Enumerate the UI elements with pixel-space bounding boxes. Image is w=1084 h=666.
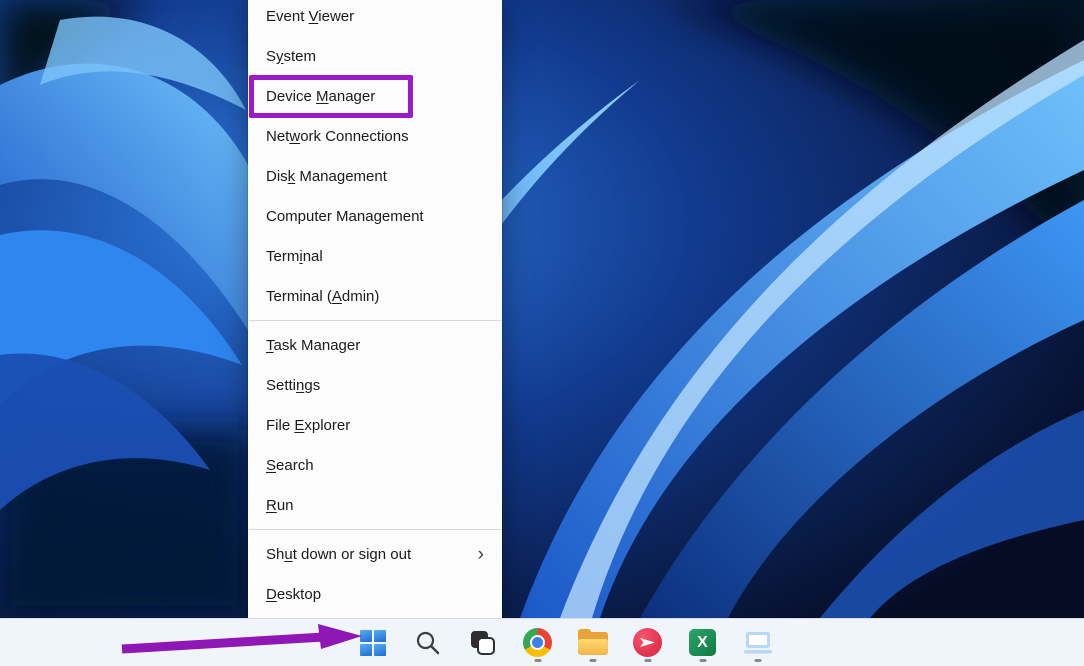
label-part: dmin) (342, 288, 380, 305)
label-part: ork Connections (300, 128, 408, 145)
menu-item-disk-management[interactable]: Disk Management (248, 156, 502, 196)
label-part: Computer Mana (266, 208, 374, 225)
access-key: u (284, 546, 292, 563)
excel-button[interactable]: X (682, 622, 723, 663)
menu-item-settings[interactable]: Settings (248, 365, 502, 405)
menu-item-system[interactable]: System (248, 36, 502, 76)
winx-context-menu: Event Viewer System Device Manager Netwo… (248, 0, 502, 618)
menu-item-label: Event Viewer (266, 8, 354, 25)
menu-item-label: Settings (266, 377, 320, 394)
search-icon (414, 629, 441, 656)
label-part: Event (266, 8, 309, 25)
menu-item-label: Computer Management (266, 208, 424, 225)
access-key: E (294, 417, 304, 434)
desktop-wallpaper (0, 0, 1084, 618)
menu-item-label: Terminal (266, 248, 323, 265)
label-part: nal (303, 248, 323, 265)
label-part: File (266, 417, 294, 434)
running-indicator (754, 659, 761, 662)
label-part: stem (284, 48, 317, 65)
label-part: Setti (266, 377, 296, 394)
menu-item-label: Run (266, 497, 294, 514)
access-key: D (266, 586, 277, 603)
access-key: y (276, 48, 284, 65)
menu-item-label: Desktop (266, 586, 321, 603)
label-part: Dis (266, 168, 288, 185)
running-indicator (699, 659, 706, 662)
taskbar: X (0, 618, 1084, 666)
menu-item-label: Shut down or sign out (266, 546, 411, 563)
chrome-button[interactable] (517, 622, 558, 663)
menu-item-terminal[interactable]: Terminal (248, 236, 502, 276)
label-part: xplorer (304, 417, 350, 434)
file-explorer-button[interactable] (572, 622, 613, 663)
menu-item-label: Task Manager (266, 337, 360, 354)
laptop-app-button[interactable] (737, 622, 778, 663)
access-key: w (289, 128, 300, 145)
file-explorer-icon (578, 630, 608, 655)
access-key: V (309, 8, 319, 25)
submenu-chevron-icon: › (478, 545, 488, 564)
chrome-icon (523, 628, 552, 657)
start-button[interactable] (352, 622, 393, 663)
red-arrow-app-button[interactable] (627, 622, 668, 663)
label-part: Device (266, 88, 316, 105)
label-part: earch (276, 457, 314, 474)
bloom-wallpaper-art (0, 0, 1084, 618)
menu-separator (249, 529, 501, 530)
access-key: M (316, 88, 329, 105)
menu-item-label: Disk Management (266, 168, 387, 185)
menu-item-label: Terminal (Admin) (266, 288, 379, 305)
windows-start-icon (360, 630, 386, 656)
menu-item-task-manager[interactable]: Task Manager (248, 325, 502, 365)
menu-separator (249, 320, 501, 321)
label-part: un (277, 497, 294, 514)
running-indicator (644, 659, 651, 662)
menu-item-shut-down-or-sign-out[interactable]: Shut down or sign out › (248, 534, 502, 574)
access-key: g (374, 208, 382, 225)
task-view-icon (469, 629, 496, 656)
access-key: T (266, 337, 274, 354)
menu-item-label: File Explorer (266, 417, 350, 434)
label-part: t down or sign out (293, 546, 411, 563)
label-part: iewer (318, 8, 354, 25)
search-button[interactable] (407, 622, 448, 663)
excel-letter: X (697, 634, 708, 652)
access-key: S (266, 457, 276, 474)
menu-item-label: Device Manager (266, 88, 375, 105)
menu-item-label: Network Connections (266, 128, 409, 145)
label-part: ement (382, 208, 424, 225)
menu-item-search[interactable]: Search (248, 445, 502, 485)
laptop-app-icon (743, 629, 773, 656)
menu-item-label: System (266, 48, 316, 65)
label-part: ask Manager (274, 337, 361, 354)
menu-item-file-explorer[interactable]: File Explorer (248, 405, 502, 445)
label-part: Management (295, 168, 387, 185)
label-part: Sh (266, 546, 284, 563)
menu-item-network-connections[interactable]: Network Connections (248, 116, 502, 156)
running-indicator (534, 659, 541, 662)
label-part: Net (266, 128, 289, 145)
label-part: anager (329, 88, 376, 105)
menu-item-event-viewer[interactable]: Event Viewer (248, 0, 502, 36)
task-view-button[interactable] (462, 622, 503, 663)
menu-item-computer-management[interactable]: Computer Management (248, 196, 502, 236)
taskbar-icon-group: X (352, 622, 778, 663)
menu-item-desktop[interactable]: Desktop (248, 574, 502, 614)
label-part: S (266, 48, 276, 65)
excel-icon: X (689, 629, 716, 656)
menu-item-run[interactable]: Run (248, 485, 502, 525)
running-indicator (589, 659, 596, 662)
menu-item-device-manager[interactable]: Device Manager (248, 76, 502, 116)
label-part: Term (266, 248, 299, 265)
access-key: A (332, 288, 342, 305)
label-part: Terminal ( (266, 288, 332, 305)
menu-item-terminal-admin[interactable]: Terminal (Admin) (248, 276, 502, 316)
label-part: gs (304, 377, 320, 394)
red-arrow-app-icon (633, 628, 662, 657)
access-key: R (266, 497, 277, 514)
menu-item-label: Search (266, 457, 314, 474)
label-part: esktop (277, 586, 321, 603)
